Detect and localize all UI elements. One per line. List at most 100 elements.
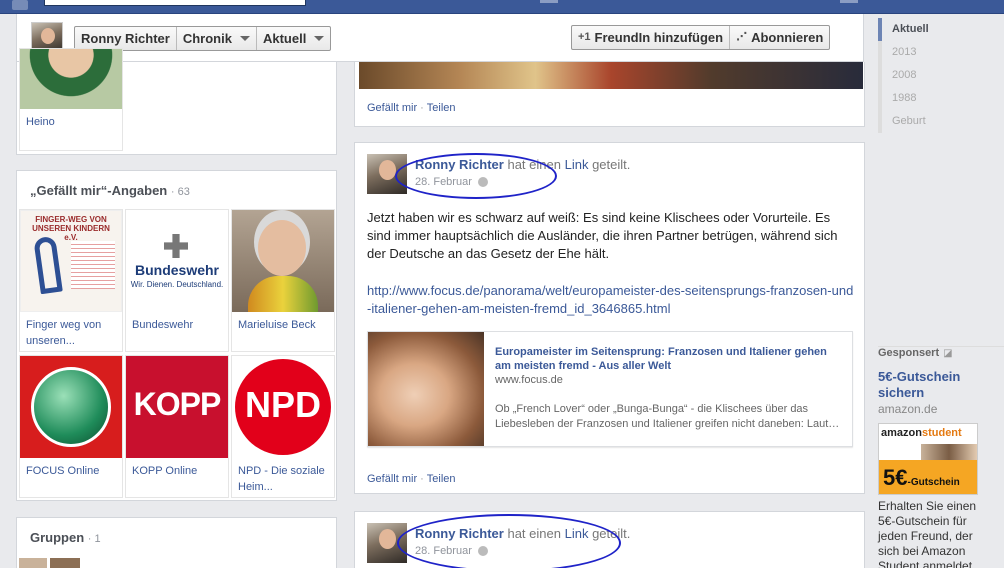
timeline-item-2008[interactable]: 2008 [878,64,988,87]
chronik-label: Chronik [182,31,232,46]
like-name[interactable]: FOCUS Online [20,458,122,484]
post-card: Gefällt mir · Teilen [354,62,865,127]
like-tile[interactable]: Marieluise Beck [231,209,335,352]
shared-link-description: Ob „French Lover“ oder „Bunga-Bunga“ - d… [495,403,840,430]
chronik-button[interactable]: Chronik [177,27,257,50]
profile-action-buttons: +1 FreundIn hinzufügen ⋰ Abonnieren [571,25,831,50]
sponsored-label[interactable]: Gesponsert [878,347,939,359]
ad-text: Erhalten Sie einen 5€-Gutschein für jede… [878,499,977,568]
like-tile[interactable]: NPD NPD - Die soziale Heim... [231,355,335,498]
chevron-down-icon [239,36,250,41]
add-friend-icon: +1 [578,31,591,43]
share-link[interactable]: Teilen [427,473,456,485]
friend-tile[interactable]: Heino [19,48,123,151]
settings-icon[interactable] [840,0,858,3]
profile-name-label: Ronny Richter [81,31,170,46]
like-image-finger-weg[interactable]: FINGER-WEG VON UNSEREN KINDERN e.V. [20,210,122,312]
student-logo-text: student [921,427,962,439]
add-friend-label: FreundIn hinzufügen [594,30,724,45]
post-link-word[interactable]: Link [565,157,589,172]
ribbon-icon [33,235,63,295]
post-image[interactable] [359,62,863,89]
shared-link-preview[interactable]: Europameister im Seitensprung: Franzosen… [367,331,853,447]
separator: · [420,102,424,114]
voucher-amount: 5€ [883,465,908,490]
ad-title[interactable]: 5€-Gutschein sichern [878,369,988,401]
sponsored-header: Gesponsert ◪ [878,346,1004,359]
aktuell-button[interactable]: Aktuell [257,27,330,50]
text-block [71,241,115,289]
voucher-suffix: -Gutschein [907,477,960,488]
likes-title-text: „Gefällt mir“-Angaben [30,183,168,198]
chevron-down-icon [314,36,325,41]
bundeswehr-slogan: Wir. Dienen. Deutschland. [130,280,224,289]
post-text: Jetzt haben wir es schwarz auf weiß: Es … [367,210,838,261]
like-link[interactable]: Gefällt mir [367,473,417,485]
aktuell-label: Aktuell [262,31,307,46]
shared-link-thumbnail[interactable] [368,332,484,446]
like-tile[interactable]: FINGER-WEG VON UNSEREN KINDERN e.V. Fing… [19,209,123,352]
groups-card: Gruppen · 1 [16,517,337,568]
like-image-npd[interactable]: NPD [232,356,334,458]
likes-card: „Gefällt mir“-Angaben · 63 FINGER-WEG VO… [16,170,337,501]
friends-card: Heino [16,48,337,155]
top-navigation-bar [0,0,1004,14]
like-link[interactable]: Gefällt mir [367,102,417,114]
timeline-item-geburt[interactable]: Geburt [878,110,988,133]
post-card: Ronny Richter hat einen Link geteilt. 28… [354,511,865,568]
amazon-logo-text: amazon [881,427,922,439]
npd-logo-text: NPD [244,384,321,425]
kopp-logo-text: KOPP [133,386,222,422]
annotation-oval [395,153,557,199]
separator: · [420,473,424,485]
iron-cross-icon [164,234,188,258]
like-name[interactable]: KOPP Online [126,458,228,484]
add-friend-button[interactable]: +1 FreundIn hinzufügen [572,26,731,49]
likes-title[interactable]: „Gefällt mir“-Angaben · 63 [30,183,190,198]
shared-link-title[interactable]: Europameister im Seitensprung: Franzosen… [495,345,845,373]
like-image-bundeswehr[interactable]: Bundeswehr Wir. Dienen. Deutschland. [126,210,228,312]
groups-title-text: Gruppen [30,530,85,545]
friend-name[interactable]: Heino [20,109,122,135]
bundeswehr-logo-text: Bundeswehr [134,262,219,278]
post-url-link[interactable]: http://www.focus.de/panorama/welt/europa… [367,282,857,318]
timeline-item-aktuell[interactable]: Aktuell [878,18,988,41]
like-name[interactable]: Bundeswehr [126,312,228,338]
facebook-logo-icon[interactable] [12,0,28,10]
groups-count: · 1 [87,533,101,545]
rss-icon: ⋰ [736,31,748,43]
like-tile[interactable]: Bundeswehr Wir. Dienen. Deutschland. Bun… [125,209,229,352]
friend-photo[interactable] [20,49,122,109]
voucher-badge: 5€-Gutschein [879,460,977,494]
profile-name-button[interactable]: Ronny Richter [75,27,177,50]
like-name[interactable]: Finger weg von unseren... [20,312,122,354]
scarf-shape [248,276,318,312]
amazon-student-logo: amazonstudent [879,424,977,444]
like-tile[interactable]: KOPP KOPP Online [125,355,229,498]
group-thumbnail[interactable] [50,558,80,568]
post-suffix: geteilt. [592,157,631,172]
timeline-item-2013[interactable]: 2013 [878,41,988,64]
globe-icon [31,367,111,447]
likes-count: · 63 [170,186,190,198]
like-image-focus-online[interactable] [20,356,122,458]
ad-image[interactable]: amazonstudent 5€-Gutschein [878,423,978,495]
group-thumbnail[interactable] [19,558,47,568]
subscribe-label: Abonnieren [751,30,824,45]
subscribe-button[interactable]: ⋰ Abonnieren [730,26,829,49]
post-card: Ronny Richter hat einen Link geteilt. 28… [354,142,865,494]
ad-domain: amazon.de [878,402,938,416]
share-link[interactable]: Teilen [427,102,456,114]
timeline-item-1988[interactable]: 1988 [878,87,988,110]
like-image-marieluise-beck[interactable] [232,210,334,312]
like-name[interactable]: Marieluise Beck [232,312,334,338]
face-shape [258,220,306,276]
post-actions: Gefällt mir · Teilen [367,473,456,485]
like-tile[interactable]: FOCUS Online [19,355,123,498]
search-input[interactable] [44,0,306,6]
friend-requests-icon[interactable] [540,0,558,3]
groups-title[interactable]: Gruppen · 1 [30,530,101,545]
shared-link-domain: www.focus.de [495,374,563,386]
like-image-kopp-online[interactable]: KOPP [126,356,228,458]
like-name[interactable]: NPD - Die soziale Heim... [232,458,334,500]
